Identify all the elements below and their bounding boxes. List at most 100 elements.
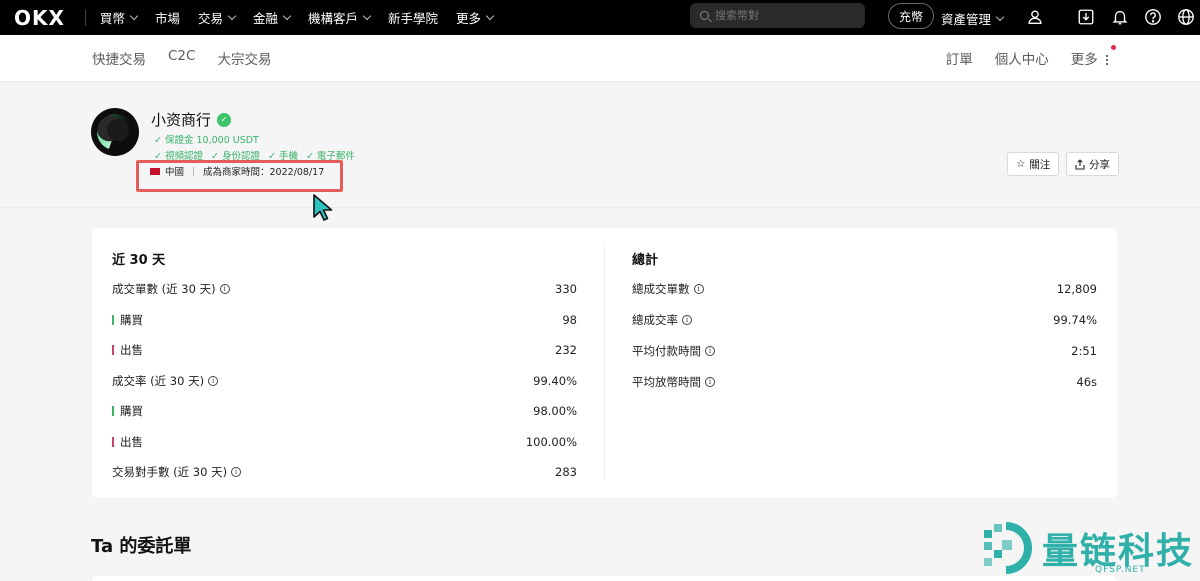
chevron-down-icon: [227, 11, 237, 20]
stat-row: 交易對手數 (近 30 天) i 283: [112, 464, 577, 480]
nav-item[interactable]: 機構客戶: [307, 8, 372, 27]
globe-icon[interactable]: [1176, 7, 1196, 27]
stat-label: 出售: [120, 434, 143, 449]
stat-row: 成交率 (近 30 天) i 99.40%: [112, 373, 577, 389]
asset-management-menu[interactable]: 資產管理: [941, 9, 1005, 28]
star-icon: ☆: [1016, 158, 1026, 170]
chevron-down-icon: [282, 11, 292, 20]
nav-item[interactable]: 金融: [253, 8, 292, 27]
subnav-orders[interactable]: 訂單: [946, 48, 973, 68]
subnav-c2c[interactable]: C2C: [168, 48, 195, 68]
orders-section-title: Ta 的委託單: [91, 536, 192, 557]
info-icon[interactable]: i: [693, 284, 704, 294]
asset-management-label: 資產管理: [941, 12, 992, 27]
stat-value: 99.40%: [533, 373, 577, 388]
watermark-logo-icon: [984, 522, 1032, 574]
stat-row: 成交單數 (近 30 天) i 330: [112, 281, 577, 297]
search-input[interactable]: [715, 9, 855, 22]
bell-icon[interactable]: [1110, 7, 1130, 27]
subnav-block-trade[interactable]: 大宗交易: [217, 48, 271, 68]
last-30-days-title: 近 30 天: [112, 253, 166, 268]
buy-indicator: [112, 406, 114, 416]
stat-value: 99.74%: [1053, 313, 1097, 327]
stat-value: 12,809: [1056, 282, 1097, 296]
stat-label: 成交率 (近 30 天): [112, 373, 205, 388]
info-icon[interactable]: i: [231, 467, 242, 477]
kebab-icon: [1106, 54, 1108, 66]
sell-indicator: [112, 345, 114, 355]
stat-row: 總成交單數 i 12,809: [632, 281, 1097, 297]
nav-item[interactable]: 交易: [197, 8, 237, 27]
stat-row: 出售 232: [112, 342, 577, 358]
search-icon: [700, 11, 709, 20]
share-label: 分享: [1089, 158, 1110, 171]
info-icon[interactable]: i: [682, 315, 692, 325]
stat-row: 出售 100.00%: [112, 434, 577, 450]
stat-label: 出售: [120, 343, 143, 357]
nav-item-label: 交易: [197, 11, 223, 26]
chevron-down-icon: [362, 11, 372, 20]
stat-label: 交易對手數 (近 30 天): [112, 465, 228, 479]
logo-text: OKX: [14, 5, 65, 30]
user-icon[interactable]: [1025, 7, 1045, 27]
help-icon[interactable]: [1143, 7, 1163, 27]
nav-item[interactable]: 新手學院: [388, 8, 438, 27]
nav-item-label: 新手學院: [388, 11, 439, 26]
chevron-down-icon: [129, 11, 139, 20]
nav-divider: [84, 9, 86, 26]
stat-row: 購買 98.00%: [112, 403, 577, 419]
total-title: 總計: [632, 253, 659, 268]
subnav-quick-trade[interactable]: 快捷交易: [92, 48, 146, 68]
stat-row: 平均付款時間 i 2:51: [632, 343, 1097, 359]
download-icon[interactable]: [1076, 7, 1096, 27]
highlight-box: [136, 160, 343, 192]
watermark-url: QFSP.NET: [1095, 565, 1146, 575]
chevron-down-icon: [995, 12, 1005, 21]
column-divider: [604, 246, 605, 480]
stat-value: 46s: [1076, 375, 1097, 389]
stat-label: 購買: [120, 404, 143, 418]
nav-item-label: 更多: [456, 11, 482, 26]
deposit-button[interactable]: 充幣: [888, 3, 935, 29]
nav-item-label: 機構客戶: [307, 11, 358, 26]
stat-value: 98.00%: [533, 404, 577, 418]
stat-value: 100.00%: [525, 434, 577, 449]
stat-value: 283: [555, 465, 577, 479]
nav-item[interactable]: 買幣: [99, 8, 139, 27]
sell-indicator: [112, 436, 114, 447]
merchant-name-row: 小资商行 ✓: [151, 109, 232, 130]
info-icon[interactable]: i: [219, 284, 230, 294]
subnav-profile-center[interactable]: 個人中心: [995, 48, 1049, 68]
stat-label: 平均付款時間: [632, 344, 701, 358]
notification-dot: [1111, 45, 1116, 50]
share-icon: [1075, 158, 1085, 170]
nav-item-label: 買幣: [99, 11, 125, 26]
avatar: [91, 108, 139, 156]
stat-value: 2:51: [1071, 344, 1097, 358]
verified-badge-icon: ✓: [217, 112, 232, 127]
stat-label: 平均放幣時間: [632, 375, 701, 389]
follow-button[interactable]: ☆ 關注: [1007, 152, 1060, 176]
nav-item-label: 市場: [154, 11, 180, 26]
merchant-name: 小资商行: [151, 111, 212, 129]
stat-value: 98: [562, 312, 577, 327]
top-nav: OKX 買幣 市場 交易 金融 機構客戶 新手學院 更多 充幣 資產管理: [0, 0, 1200, 35]
info-icon[interactable]: i: [208, 375, 219, 386]
stat-value: 232: [555, 343, 577, 357]
info-icon[interactable]: i: [705, 346, 715, 356]
nav-items: 買幣 市場 交易 金融 機構客戶 新手學院 更多: [100, 8, 511, 27]
stat-row: 總成交率 i 99.74%: [632, 312, 1097, 328]
stat-label: 總成交率: [632, 313, 678, 327]
subnav-more[interactable]: 更多: [1071, 45, 1116, 68]
search-box[interactable]: [690, 3, 865, 28]
stat-row: 購買 98: [112, 312, 577, 328]
nav-item[interactable]: 市場: [155, 8, 180, 27]
okx-logo[interactable]: OKX: [14, 6, 65, 30]
nav-item[interactable]: 更多: [456, 8, 495, 27]
info-icon[interactable]: i: [705, 377, 715, 387]
share-button[interactable]: 分享: [1066, 152, 1119, 176]
stat-row: 平均放幣時間 i 46s: [632, 374, 1097, 390]
stat-label: 總成交單數: [632, 282, 690, 296]
buy-indicator: [112, 314, 114, 325]
chevron-down-icon: [485, 11, 495, 20]
